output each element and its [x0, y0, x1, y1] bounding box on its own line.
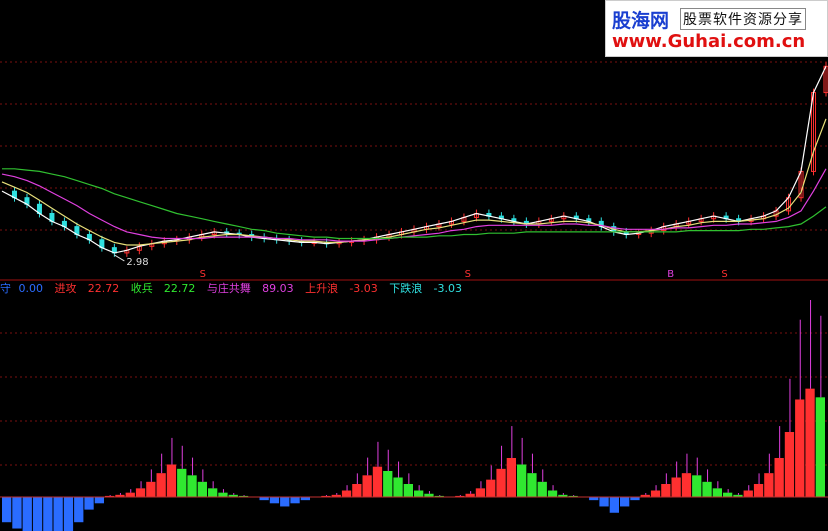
- hist-bar-defend-4: [43, 497, 53, 531]
- hist-bar-66: [681, 473, 692, 497]
- hist-bar-64: [661, 483, 671, 497]
- hist-bar-defend-58: [599, 497, 609, 507]
- hist-bar-49: [506, 457, 516, 497]
- hist-bar-defend-28: [290, 497, 300, 504]
- hist-bar-21: [218, 492, 228, 497]
- hist-bar-16: [166, 464, 177, 497]
- hist-bar-79: [815, 397, 825, 497]
- hist-bar-37: [383, 470, 393, 497]
- hist-bar-36: [372, 466, 383, 497]
- hist-bar-51: [527, 473, 537, 497]
- hist-bar-defend-3: [32, 497, 43, 531]
- watermark-logo: 股海网 股票软件资源分享 www.Guhai.com.cn: [605, 0, 828, 57]
- hist-bar-50: [517, 464, 527, 497]
- hist-bar-defend-26: [269, 497, 280, 504]
- hist-bar-52: [537, 481, 547, 497]
- hist-bar-defend-1: [12, 497, 22, 529]
- hist-bar-70: [723, 492, 733, 497]
- hist-bar-46: [475, 488, 486, 497]
- hist-bar-14: [146, 481, 156, 497]
- hist-bar-defend-59: [609, 497, 619, 513]
- hist-bar-40: [414, 490, 424, 497]
- hist-bar-defend-8: [84, 497, 94, 510]
- hist-bar-76: [784, 431, 795, 497]
- hist-bar-19: [197, 481, 207, 497]
- hist-bar-69: [712, 488, 722, 497]
- hist-bar-63: [650, 490, 661, 497]
- hist-bar-33: [341, 490, 352, 497]
- hist-bar-defend-0: [2, 497, 12, 523]
- hist-bar-defend-2: [22, 497, 32, 531]
- hist-bar-65: [671, 477, 681, 497]
- hist-bar-defend-60: [620, 497, 630, 507]
- indicator-legend: 守 0.00 进攻: 22.72 收兵: 22.72 与庄共舞: 89.03 上…: [0, 282, 470, 296]
- hist-bar-13: [135, 488, 146, 497]
- grid-lines: [0, 61, 828, 466]
- low-marker-label: 2.98: [126, 257, 148, 268]
- ma-line-0: [1, 66, 827, 254]
- signal-marker-0: S: [200, 269, 206, 280]
- hist-bar-72: [743, 490, 753, 497]
- hist-bar-68: [702, 481, 712, 497]
- logo-url: www.Guhai.com.cn: [612, 31, 806, 52]
- hist-bar-47: [486, 479, 496, 497]
- hist-bar-defend-9: [94, 497, 104, 504]
- hist-bar-38: [393, 477, 403, 497]
- hist-bar-75: [774, 457, 784, 497]
- legend-item-attack: 进攻: 22.72: [54, 282, 120, 295]
- signal-marker-2: S: [721, 269, 727, 280]
- legend-item-up-wave: 上升浪: -3.03: [305, 282, 378, 295]
- hist-bar-35: [362, 475, 372, 497]
- hist-bar-defend-27: [280, 497, 290, 507]
- hist-bar-67: [692, 475, 702, 497]
- signal-marker-1: S: [465, 269, 471, 280]
- hist-bar-73: [753, 483, 764, 497]
- price-panel: 2.98 S S S B: [1, 62, 828, 280]
- logo-brand: 股海网: [612, 10, 670, 32]
- signal-marker-3: B: [667, 269, 674, 280]
- hist-bar-18: [187, 475, 197, 497]
- hist-bar-15: [156, 473, 166, 497]
- hist-bar-39: [403, 483, 413, 497]
- legend-item-dance: 与庄共舞: 89.03: [206, 282, 294, 295]
- legend-item-defend: 守 0.00: [0, 282, 43, 295]
- hist-bar-defend-7: [74, 497, 84, 523]
- hist-bar-77: [795, 399, 805, 497]
- hist-bar-defend-5: [53, 497, 63, 531]
- hist-bar-48: [496, 468, 506, 497]
- hist-bar-defend-6: [63, 497, 74, 531]
- legend-item-retreat: 收兵: 22.72: [130, 282, 196, 295]
- hist-bar-78: [805, 388, 815, 497]
- hist-bar-34: [352, 483, 362, 497]
- legend-item-down-wave: 下跌浪: -3.03: [389, 282, 462, 295]
- hist-bar-74: [764, 473, 774, 497]
- hist-bar-17: [177, 468, 187, 497]
- logo-tagline: 股票软件资源分享: [680, 8, 806, 30]
- chart-canvas: 2.98 S S S B: [0, 61, 828, 531]
- indicator-panel: [0, 300, 828, 531]
- hist-bar-12: [125, 492, 135, 497]
- hist-bar-20: [208, 488, 218, 497]
- hist-bar-53: [547, 490, 558, 497]
- low-marker-arrow: [114, 254, 125, 262]
